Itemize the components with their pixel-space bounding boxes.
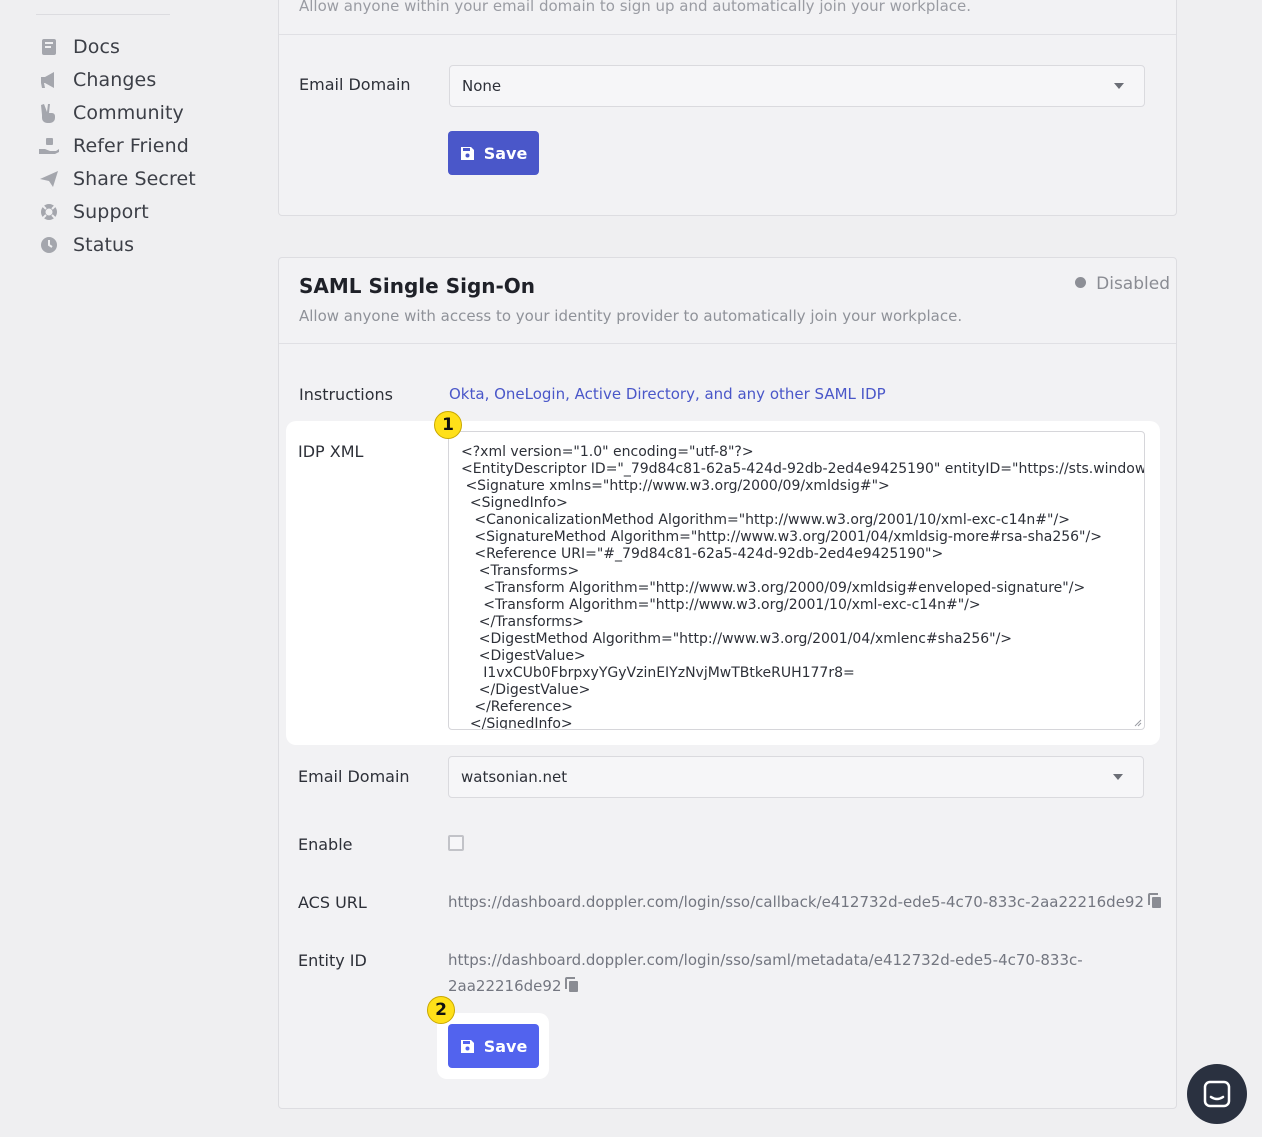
acs-url-value-row: https://dashboard.doppler.com/login/sso/…: [448, 889, 1162, 915]
domain-description: Allow anyone within your email domain to…: [299, 0, 972, 15]
sidebar-divider: [36, 14, 170, 15]
saml-email-domain-label: Email Domain: [298, 767, 410, 786]
idp-xml-line: <CanonicalizationMethod Algorithm="http:…: [461, 512, 1070, 528]
saml-description: Allow anyone with access to your identit…: [299, 307, 963, 325]
clock-icon: [38, 234, 60, 256]
idp-xml-line: I1vxCUb0FbrpxyYGyVzinEIYzNvjMwTBtkeRUH17…: [461, 665, 855, 681]
sidebar-item-community[interactable]: Community: [38, 99, 184, 127]
callout-badge-2: 2: [427, 996, 455, 1024]
saml-email-domain-select[interactable]: watsonian.net: [448, 756, 1144, 798]
hand-gift-icon: [38, 135, 60, 157]
entity-id-label: Entity ID: [298, 951, 367, 970]
idp-xml-line: <DigestValue>: [461, 648, 586, 664]
save-button-label: Save: [483, 143, 528, 163]
copy-icon[interactable]: [1148, 893, 1162, 909]
idp-xml-content: <?xml version="1.0" encoding="utf-8"?> <E…: [461, 444, 1145, 730]
paper-plane-icon: [38, 168, 60, 190]
enable-label: Enable: [298, 835, 353, 854]
email-domain-select-value: None: [462, 77, 502, 95]
saml-save-button[interactable]: Save: [448, 1024, 539, 1068]
entity-id-value-row-2: 2aa22216de92: [448, 973, 1088, 999]
instructions-label: Instructions: [299, 385, 393, 404]
entity-id-value-line-1: https://dashboard.doppler.com/login/sso/…: [448, 951, 1083, 969]
enable-checkbox[interactable]: [448, 835, 464, 851]
sidebar-item-refer-friend[interactable]: Refer Friend: [38, 132, 189, 160]
chevron-down-icon: [1113, 774, 1123, 780]
idp-xml-line: <Reference URI="#_79d84c81-62a5-424d-92d…: [461, 546, 944, 562]
sidebar-item-label: Support: [73, 201, 149, 223]
megaphone-icon: [38, 69, 60, 91]
idp-xml-line: </Reference>: [461, 699, 574, 715]
idp-xml-line: <Transforms>: [461, 563, 580, 579]
divider: [279, 34, 1176, 35]
chevron-down-icon: [1114, 83, 1124, 89]
sidebar-item-label: Status: [73, 234, 135, 256]
saml-email-domain-value: watsonian.net: [461, 768, 568, 786]
instructions-link[interactable]: Okta, OneLogin, Active Directory, and an…: [449, 385, 886, 403]
save-icon: [460, 1039, 474, 1053]
sidebar-item-label: Changes: [73, 69, 157, 91]
chat-launcher-button[interactable]: [1187, 1064, 1247, 1124]
idp-xml-label: IDP XML: [298, 442, 364, 461]
email-domain-select[interactable]: None: [449, 65, 1145, 107]
idp-xml-line: </DigestValue>: [461, 682, 591, 698]
idp-xml-line: </SignedInfo>: [461, 716, 573, 730]
saml-title: SAML Single Sign-On: [299, 274, 536, 298]
saml-status-badge: Disabled: [1075, 274, 1170, 294]
resize-grip-icon[interactable]: [1134, 719, 1142, 727]
chat-icon: [1203, 1080, 1231, 1108]
email-domain-card: Allow anyone within your email domain to…: [278, 0, 1177, 216]
entity-id-value-block: https://dashboard.doppler.com/login/sso/…: [448, 947, 1088, 999]
lifebuoy-icon: [38, 201, 60, 223]
saml-save-button-label: Save: [483, 1036, 528, 1056]
divider: [279, 343, 1176, 344]
sidebar: Docs Changes Community Refer Friend Shar…: [0, 0, 260, 1137]
sidebar-item-docs[interactable]: Docs: [38, 33, 120, 61]
email-domain-label: Email Domain: [299, 75, 411, 94]
sidebar-item-label: Docs: [73, 36, 121, 58]
status-dot-icon: [1075, 277, 1087, 288]
idp-xml-line: <Transform Algorithm="http://www.w3.org/…: [461, 597, 981, 613]
idp-xml-line: <EntityDescriptor ID="_79d84c81-62a5-424…: [461, 461, 1145, 477]
idp-xml-line: <Transform Algorithm="http://www.w3.org/…: [461, 580, 1086, 596]
idp-xml-textarea[interactable]: <?xml version="1.0" encoding="utf-8"?> <E…: [448, 431, 1145, 730]
sidebar-item-label: Refer Friend: [73, 135, 189, 157]
callout-badge-1: 1: [434, 411, 462, 439]
entity-id-value-line-2: 2aa22216de92: [448, 977, 562, 995]
book-icon: [38, 36, 60, 58]
sidebar-item-changes[interactable]: Changes: [38, 66, 156, 94]
saml-status-text: Disabled: [1096, 274, 1170, 294]
idp-xml-line: <?xml version="1.0" encoding="utf-8"?>: [461, 444, 754, 460]
idp-xml-line: <SignedInfo>: [461, 495, 568, 511]
idp-xml-line: <DigestMethod Algorithm="http://www.w3.o…: [461, 631, 1013, 647]
idp-xml-line: <Signature xmlns="http://www.w3.org/2000…: [461, 478, 890, 494]
idp-xml-line: <SignatureMethod Algorithm="http://www.w…: [461, 529, 1102, 545]
acs-url-label: ACS URL: [298, 893, 367, 912]
sidebar-item-support[interactable]: Support: [38, 198, 149, 226]
idp-xml-line: </Transforms>: [461, 614, 584, 630]
copy-icon[interactable]: [565, 977, 579, 993]
peace-hand-icon: [38, 102, 60, 124]
sidebar-item-label: Share Secret: [73, 168, 196, 190]
sidebar-item-share-secret[interactable]: Share Secret: [38, 165, 196, 193]
acs-url-value: https://dashboard.doppler.com/login/sso/…: [448, 893, 1145, 911]
save-icon: [460, 146, 474, 160]
save-button[interactable]: Save: [448, 131, 539, 175]
sidebar-item-status[interactable]: Status: [38, 231, 134, 259]
sidebar-item-label: Community: [73, 102, 184, 124]
